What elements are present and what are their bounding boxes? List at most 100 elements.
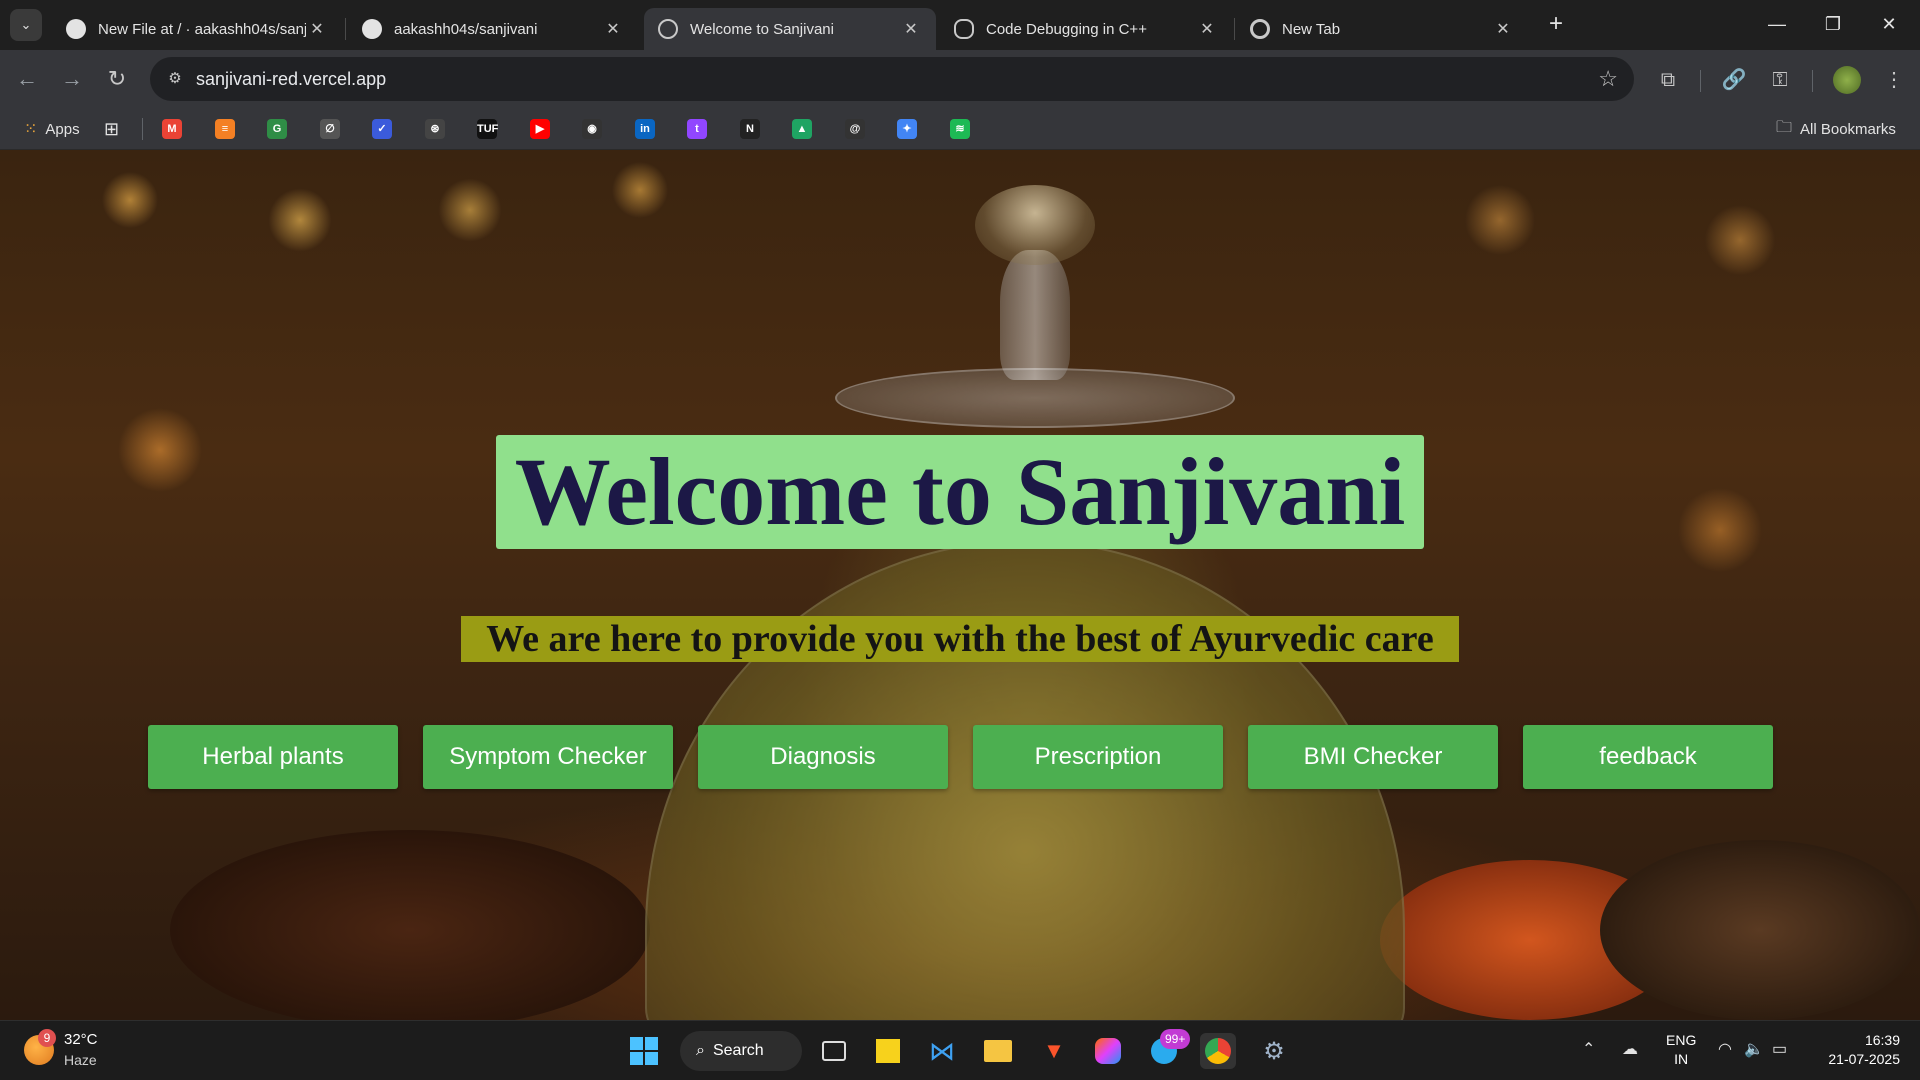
weather-description: Haze [64, 1052, 97, 1068]
all-bookmarks-button[interactable]: 🗀 All Bookmarks [1776, 117, 1896, 141]
tab-divider [345, 18, 346, 40]
reload-button[interactable]: ↻ [102, 64, 132, 94]
settings-icon[interactable]: ⚙ [1256, 1033, 1292, 1069]
bookmark-divider [142, 118, 143, 140]
tab-new-tab[interactable]: New Tab ✕ [1236, 8, 1528, 50]
taskbar: 9 32°C Haze ⌕ Search ⋈ ▼ 99+ ⚙ ⌃ ☁ ENG I… [0, 1020, 1920, 1080]
file-explorer-icon[interactable] [980, 1033, 1016, 1069]
chatgpt-icon [954, 19, 974, 39]
restore-button[interactable]: ❐ [1810, 8, 1856, 40]
extensions-icon[interactable]: ⧉ [1654, 66, 1682, 94]
gemini-icon[interactable]: ✦ [897, 119, 917, 139]
vscode-icon[interactable]: ⋈ [924, 1033, 960, 1069]
tab-search-button[interactable]: ⌄ [10, 9, 42, 41]
forward-button[interactable]: → [57, 64, 87, 94]
system-clock[interactable]: 16:39 21-07-2025 [1812, 1031, 1900, 1069]
close-window-button[interactable]: ✕ [1866, 8, 1912, 40]
tuf-icon[interactable]: TUF [477, 119, 498, 139]
threads-icon[interactable]: @ [845, 119, 865, 139]
more-menu-icon[interactable]: ⋮ [1880, 66, 1908, 94]
cloud-offline-icon[interactable]: ☁ [1622, 1039, 1638, 1059]
codeforces-icon[interactable]: ✓ [372, 119, 392, 139]
link-icon[interactable]: 🔗 [1720, 66, 1748, 94]
notion-icon[interactable]: N [740, 119, 760, 139]
tab-github-repo[interactable]: aakashh04s/sanjivani ✕ [348, 8, 638, 50]
tab-code-debugging[interactable]: Code Debugging in C++ ✕ [940, 8, 1232, 50]
toolbar-divider [1700, 70, 1701, 92]
arrow-left-icon: ← [16, 66, 38, 91]
bookmark-apps[interactable]: ⁙ Apps [24, 117, 80, 141]
browser-toolbar: ← → ↻ ⚙ sanjivani-red.vercel.app ☆ ⧉ 🔗 ⚿… [0, 50, 1920, 108]
page-viewport: Welcome to Sanjivani We are here to prov… [0, 150, 1920, 1020]
bookmark-star-icon[interactable]: ☆ [1598, 66, 1618, 92]
github-icon [362, 19, 382, 39]
spice-pile [1600, 840, 1920, 1020]
symptom-checker-button[interactable]: Symptom Checker [423, 725, 673, 789]
chrome-icon [1250, 19, 1270, 39]
new-tab-button[interactable]: + [1542, 10, 1570, 38]
wifi-icon[interactable]: ◠ [1718, 1039, 1732, 1059]
sticky-note-shape [876, 1039, 900, 1063]
page-tagline: We are here to provide you with the best… [461, 616, 1459, 662]
diagnosis-button[interactable]: Diagnosis [698, 725, 948, 789]
language-indicator[interactable]: ENG IN [1666, 1031, 1696, 1069]
password-key-icon[interactable]: ⚿ [1766, 66, 1794, 94]
reload-icon: ↻ [107, 66, 127, 91]
grid-icon: ⊞ [104, 118, 120, 139]
url-text[interactable]: sanjivani-red.vercel.app [196, 69, 386, 90]
bookmarks-bar: ⁙ Apps ⊞ M ≡ G ∅ ✓ ⊛ TUF ▶ ◉ in t N ▲ @ ✦ ≋ 🗀 All Bookm… [0, 108, 1920, 150]
start-button[interactable] [626, 1033, 662, 1069]
tab-groups-icon[interactable]: ⊞ [104, 117, 119, 141]
tab-github-new-file[interactable]: New File at / · aakashh04s/sanji ✕ [52, 8, 342, 50]
chrome-icon [1205, 1038, 1231, 1064]
feedback-button[interactable]: feedback [1523, 725, 1773, 789]
battery-icon[interactable]: ▭ [1772, 1039, 1787, 1059]
volume-icon[interactable]: 🔈 [1744, 1039, 1764, 1059]
brave-icon[interactable]: ▼ [1036, 1033, 1072, 1069]
twitch-icon[interactable]: t [687, 119, 707, 139]
close-icon[interactable]: ✕ [1492, 19, 1514, 39]
jar-knob-image [975, 185, 1095, 265]
spotify-icon[interactable]: ≋ [950, 119, 970, 139]
github-icon[interactable]: ◉ [582, 119, 602, 139]
weather-badge: 9 [38, 1029, 56, 1047]
prescription-button[interactable]: Prescription [973, 725, 1223, 789]
site-info-icon[interactable]: ⚙ [164, 68, 186, 90]
tab-title: Code Debugging in C++ [986, 20, 1147, 38]
close-icon[interactable]: ✕ [306, 19, 328, 39]
all-bookmarks-label: All Bookmarks [1800, 120, 1896, 138]
google-drive-icon[interactable]: ▲ [792, 119, 812, 139]
clock-time: 16:39 [1864, 1032, 1900, 1048]
tab-strip: ⌄ New File at / · aakashh04s/sanji ✕ aak… [0, 0, 1920, 50]
chrome-taskbar-icon[interactable] [1200, 1033, 1236, 1069]
telegram-badge: 99+ [1160, 1029, 1191, 1049]
sticky-notes-icon[interactable] [870, 1033, 906, 1069]
folder-shape [984, 1040, 1012, 1062]
stackoverflow-icon[interactable]: ≡ [215, 119, 235, 139]
youtube-icon[interactable]: ▶ [530, 119, 550, 139]
leetcode-icon[interactable]: ∅ [320, 119, 340, 139]
task-view-icon[interactable] [816, 1033, 852, 1069]
taskbar-search[interactable]: ⌕ Search [680, 1031, 802, 1071]
minimize-button[interactable]: — [1754, 8, 1800, 40]
chatgpt-icon[interactable]: ⊛ [425, 119, 445, 139]
close-icon[interactable]: ✕ [602, 19, 624, 39]
close-icon[interactable]: ✕ [900, 19, 922, 39]
tab-title: Welcome to Sanjivani [690, 20, 834, 38]
close-icon[interactable]: ✕ [1196, 19, 1218, 39]
linkedin-icon[interactable]: in [635, 119, 655, 139]
profile-avatar[interactable] [1833, 66, 1861, 94]
windows-logo-icon [630, 1037, 658, 1065]
folder-icon: 🗀 [1776, 118, 1793, 136]
address-bar[interactable]: ⚙ sanjivani-red.vercel.app ☆ [150, 57, 1634, 101]
copilot-icon[interactable] [1090, 1033, 1126, 1069]
search-icon: ⌕ [696, 1042, 705, 1059]
herbal-plants-button[interactable]: Herbal plants [148, 725, 398, 789]
tab-welcome-sanjivani[interactable]: Welcome to Sanjivani ✕ [644, 8, 936, 50]
back-button[interactable]: ← [12, 64, 42, 94]
geeksforgeeks-icon[interactable]: G [267, 119, 287, 139]
chevron-up-icon[interactable]: ⌃ [1582, 1039, 1595, 1059]
bmi-checker-button[interactable]: BMI Checker [1248, 725, 1498, 789]
gmail-icon[interactable]: M [162, 119, 182, 139]
github-icon [66, 19, 86, 39]
